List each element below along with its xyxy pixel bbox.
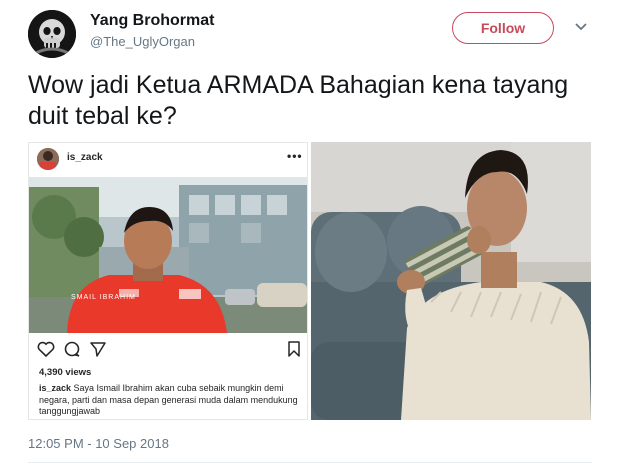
chevron-down-icon[interactable] [574, 22, 588, 32]
photo-man-on-sofa [311, 142, 591, 420]
display-name[interactable]: Yang Brohormat [90, 12, 214, 30]
post-header: is_zack ••• [29, 143, 307, 177]
avatar [37, 148, 59, 170]
embedded-instagram-post[interactable]: is_zack ••• SMAIL IBRAHIM 4,390 views is… [28, 142, 308, 420]
post-username[interactable]: is_zack [67, 152, 103, 163]
divider [28, 462, 592, 463]
post-actions [29, 339, 307, 359]
more-options-icon[interactable]: ••• [287, 149, 303, 163]
overlay-name: SMAIL IBRAHIM [71, 294, 136, 301]
tweet-photo[interactable] [311, 142, 591, 420]
tweet-timestamp[interactable]: 12:05 PM - 10 Sep 2018 [28, 436, 169, 451]
post-caption: is_zack Saya Ismail Ibrahim akan cuba se… [39, 383, 301, 418]
user-handle[interactable]: @The_UglyOrgan [90, 34, 195, 49]
skull-icon [28, 10, 76, 58]
bookmark-icon[interactable] [287, 341, 301, 357]
tweet-text: Wow jadi Ketua ARMADA Bahagian kena taya… [28, 71, 569, 130]
heart-icon[interactable] [37, 341, 55, 357]
view-count: 4,390 views [39, 367, 92, 378]
comment-icon[interactable] [63, 341, 81, 357]
follow-button[interactable]: Follow [452, 12, 554, 44]
caption-text: Saya Ismail Ibrahim akan cuba sebaik mun… [39, 383, 298, 416]
avatar[interactable] [28, 10, 76, 58]
caption-username[interactable]: is_zack [39, 383, 71, 393]
share-icon[interactable] [89, 341, 107, 357]
post-photo: SMAIL IBRAHIM [29, 177, 307, 333]
